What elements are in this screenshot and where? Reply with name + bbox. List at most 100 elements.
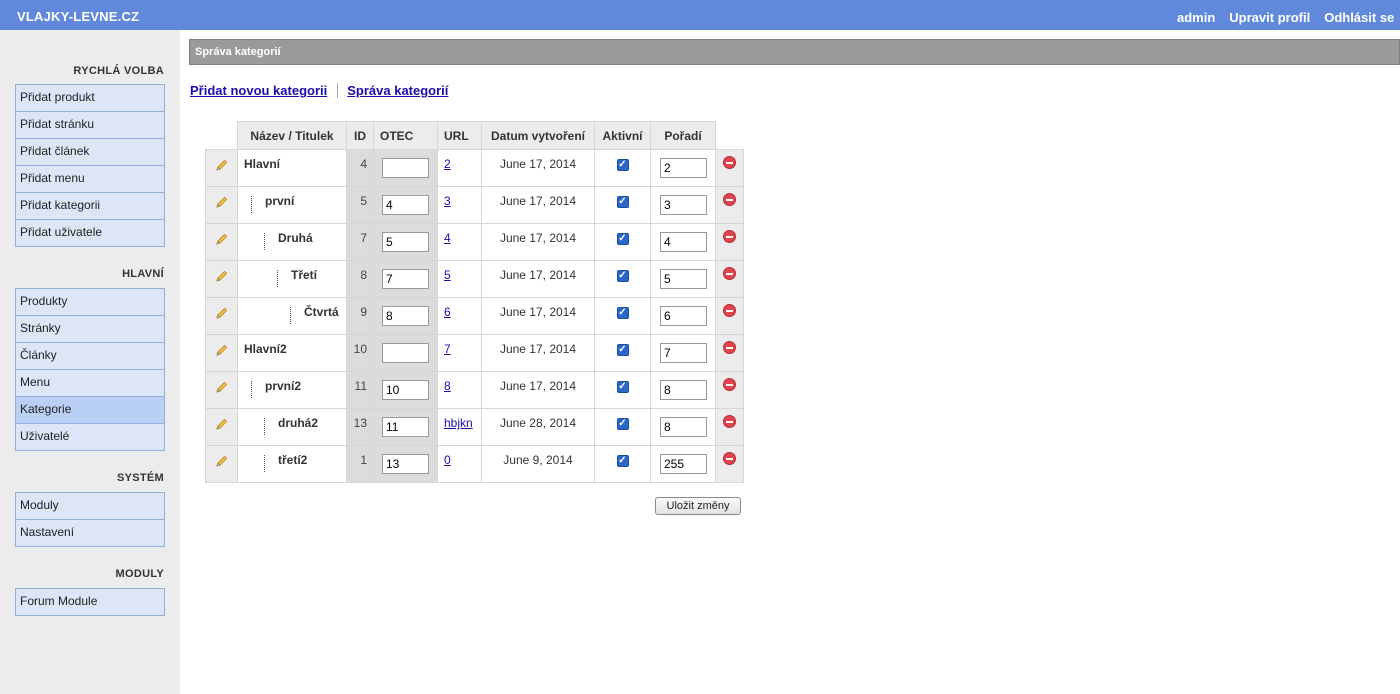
active-cell: ✓	[594, 260, 651, 298]
delete-icon[interactable]	[723, 156, 736, 169]
sidebar-item-add-user[interactable]: Přidat uživatele	[15, 220, 165, 247]
delete-icon[interactable]	[723, 304, 736, 317]
sidebar-item-forum-module[interactable]: Forum Module	[15, 588, 165, 616]
save-changes-button[interactable]: Uložit změny	[655, 497, 741, 515]
add-category-link[interactable]: Přidat novou kategorii	[190, 83, 327, 98]
id-cell: 5	[346, 186, 374, 224]
parent-input[interactable]	[382, 195, 429, 215]
category-id: 13	[353, 416, 367, 430]
edit-pencil-icon[interactable]	[215, 381, 228, 397]
sidebar-item-modules[interactable]: Moduly	[15, 492, 165, 520]
created-date: June 17, 2014	[499, 342, 577, 356]
active-checkbox[interactable]: ✓	[616, 233, 629, 245]
delete-icon[interactable]	[723, 230, 736, 243]
parent-input[interactable]	[382, 306, 429, 326]
delete-cell	[715, 408, 744, 446]
url-link[interactable]: 0	[438, 446, 481, 467]
delete-icon[interactable]	[723, 193, 736, 206]
menu-quick: Přidat produkt Přidat stránku Přidat člá…	[15, 84, 165, 247]
order-input[interactable]	[660, 380, 707, 400]
date-cell: June 17, 2014	[481, 334, 595, 372]
category-id: 11	[354, 379, 367, 393]
sidebar-item-settings[interactable]: Nastavení	[15, 520, 165, 547]
sidebar-item-products[interactable]: Produkty	[15, 288, 165, 316]
tree-guide	[277, 270, 278, 287]
table-row: Třetí 8 5 June 17, 2014 ✓	[205, 260, 744, 298]
active-checkbox[interactable]: ✓	[616, 455, 629, 467]
delete-icon[interactable]	[723, 415, 736, 428]
url-link[interactable]: hbjkn	[438, 409, 481, 430]
active-checkbox[interactable]: ✓	[616, 418, 629, 430]
id-cell: 1	[346, 445, 374, 483]
parent-input[interactable]	[382, 158, 429, 178]
order-input[interactable]	[660, 158, 707, 178]
edit-pencil-icon[interactable]	[215, 455, 228, 471]
delete-icon[interactable]	[723, 452, 736, 465]
url-link[interactable]: 5	[438, 261, 481, 282]
order-input[interactable]	[660, 195, 707, 215]
order-input[interactable]	[660, 232, 707, 252]
order-cell	[650, 297, 716, 335]
edit-profile-link[interactable]: Upravit profil	[1229, 10, 1310, 25]
sidebar-item-add-page[interactable]: Přidat stránku	[15, 112, 165, 139]
sidebar-item-categories[interactable]: Kategorie	[15, 397, 165, 424]
tree-guide	[264, 418, 265, 435]
manage-categories-link[interactable]: Správa kategorií	[347, 83, 448, 98]
parent-input[interactable]	[382, 343, 429, 363]
edit-pencil-icon[interactable]	[215, 344, 228, 360]
order-input[interactable]	[660, 343, 707, 363]
delete-icon[interactable]	[723, 267, 736, 280]
edit-pencil-icon[interactable]	[215, 418, 228, 434]
edit-pencil-icon[interactable]	[215, 270, 228, 286]
active-checkbox[interactable]: ✓	[616, 307, 629, 319]
active-checkbox[interactable]: ✓	[616, 344, 629, 356]
url-link[interactable]: 8	[438, 372, 481, 393]
url-link[interactable]: 7	[438, 335, 481, 356]
delete-icon[interactable]	[723, 378, 736, 391]
parent-input[interactable]	[382, 232, 429, 252]
parent-input[interactable]	[382, 380, 429, 400]
parent-input[interactable]	[382, 417, 429, 437]
edit-pencil-icon[interactable]	[215, 307, 228, 323]
sidebar-item-add-product[interactable]: Přidat produkt	[15, 84, 165, 112]
name-cell: Hlavní2	[237, 334, 347, 372]
edit-pencil-icon[interactable]	[215, 233, 228, 249]
active-checkbox[interactable]: ✓	[616, 381, 629, 393]
active-checkbox[interactable]: ✓	[616, 196, 629, 208]
edit-pencil-icon[interactable]	[215, 196, 228, 212]
sidebar-item-add-article[interactable]: Přidat článek	[15, 139, 165, 166]
active-checkbox[interactable]: ✓	[616, 270, 629, 282]
edit-pencil-icon[interactable]	[215, 159, 228, 175]
created-date: June 17, 2014	[499, 268, 577, 282]
sidebar-item-menu[interactable]: Menu	[15, 370, 165, 397]
order-input[interactable]	[660, 306, 707, 326]
url-link[interactable]: 6	[438, 298, 481, 319]
active-cell: ✓	[594, 445, 651, 483]
menu-modules: Forum Module	[15, 588, 165, 616]
user-link[interactable]: admin	[1177, 10, 1215, 25]
order-input[interactable]	[660, 269, 707, 289]
order-input[interactable]	[660, 417, 707, 437]
delete-icon[interactable]	[723, 341, 736, 354]
sidebar-item-articles[interactable]: Články	[15, 343, 165, 370]
created-date: June 17, 2014	[499, 305, 577, 319]
date-cell: June 17, 2014	[481, 186, 595, 224]
category-name: Čtvrtá	[304, 305, 339, 319]
url-link[interactable]: 4	[438, 224, 481, 245]
active-checkbox[interactable]: ✓	[616, 159, 629, 171]
edit-cell	[205, 371, 238, 409]
parent-cell	[373, 186, 438, 224]
logout-link[interactable]: Odhlásit se	[1324, 10, 1394, 25]
sidebar-item-pages[interactable]: Stránky	[15, 316, 165, 343]
sidebar-item-add-category[interactable]: Přidat kategorii	[15, 193, 165, 220]
sidebar-item-users[interactable]: Uživatelé	[15, 424, 165, 451]
url-link[interactable]: 3	[438, 187, 481, 208]
sidebar-item-add-menu[interactable]: Přidat menu	[15, 166, 165, 193]
brand-logo[interactable]: VLAJKY-LEVNE.CZ	[17, 9, 139, 24]
tree-guide	[290, 307, 291, 324]
parent-input[interactable]	[382, 454, 429, 474]
order-input[interactable]	[660, 454, 707, 474]
order-cell	[650, 371, 716, 409]
parent-input[interactable]	[382, 269, 429, 289]
url-link[interactable]: 2	[438, 150, 481, 171]
